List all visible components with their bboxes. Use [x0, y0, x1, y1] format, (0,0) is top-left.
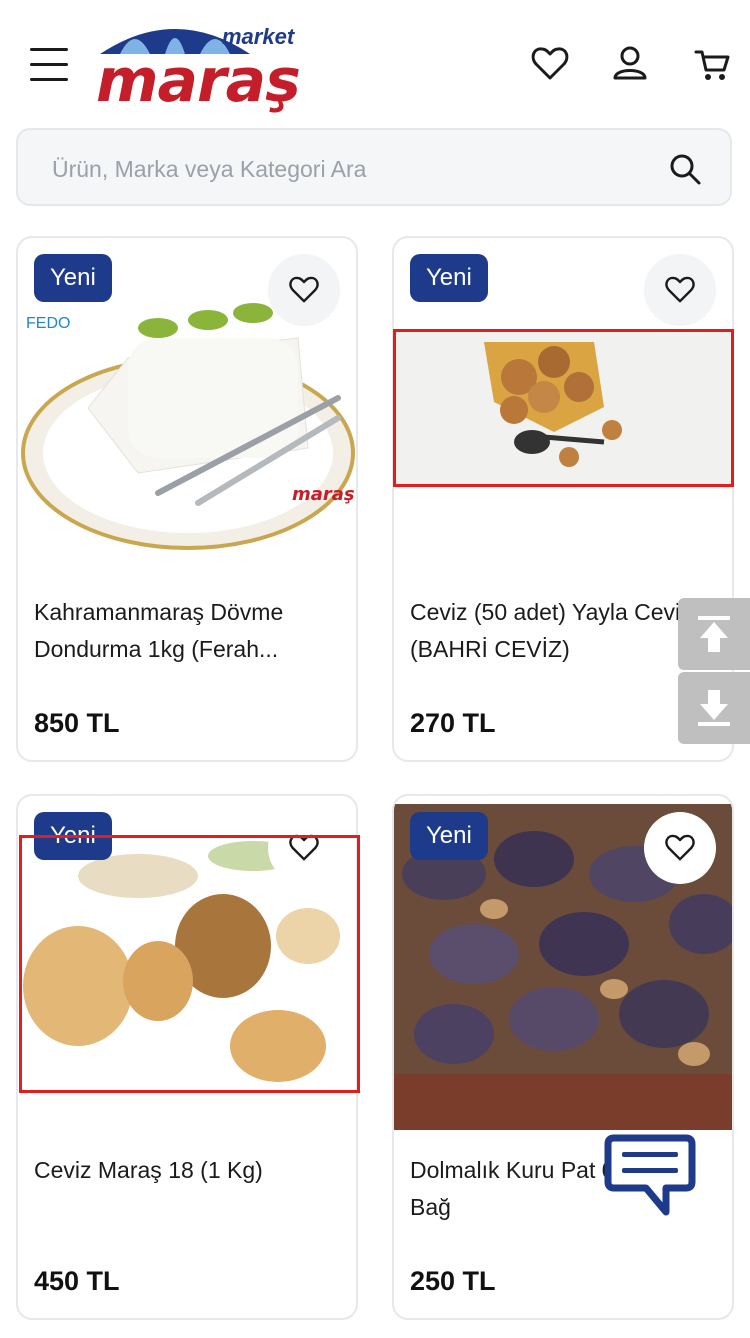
product-title[interactable]: Ceviz (50 adet) Yayla Cevizi (BAHRİ CEVİ… [410, 594, 720, 668]
product-price: 850 TL [34, 708, 120, 738]
brand-fedo-logo: FEDO [26, 315, 70, 332]
product-price: 270 TL [410, 708, 496, 738]
menu-icon[interactable] [30, 48, 68, 82]
scroll-top-button[interactable] [678, 598, 750, 670]
brand-maras-logo: maraş [292, 484, 355, 505]
product-card[interactable]: Yeni Dolmalık Kuru Pat 0 adet) 1 Bağ 250… [392, 794, 734, 1320]
product-price: 250 TL [410, 1266, 496, 1296]
brand-logo[interactable]: market maraş [90, 10, 310, 116]
heart-icon [665, 276, 695, 303]
new-badge: Yeni [34, 254, 112, 302]
heart-icon [289, 834, 319, 861]
heart-icon [665, 834, 695, 861]
new-badge: Yeni [34, 812, 112, 860]
heart-icon [289, 276, 319, 303]
search-icon[interactable] [668, 152, 702, 186]
cart-icon[interactable] [692, 44, 732, 84]
new-badge: Yeni [410, 254, 488, 302]
product-card[interactable]: Yeni Ceviz Maraş 18 (1 Kg) 450 TL [16, 794, 358, 1320]
user-icon[interactable] [610, 44, 650, 84]
arrow-down-icon [698, 690, 730, 726]
header: market maraş [0, 0, 750, 120]
new-badge: Yeni [410, 812, 488, 860]
scroll-bottom-button[interactable] [678, 672, 750, 744]
product-title[interactable]: Ceviz Maraş 18 (1 Kg) [34, 1152, 344, 1189]
favorite-button[interactable] [268, 254, 340, 326]
search-input[interactable] [50, 148, 654, 190]
product-image [394, 332, 732, 488]
product-card[interactable]: FEDO maraş Yeni Kahramanmaraş Dövme Dond… [16, 236, 358, 762]
product-title[interactable]: Kahramanmaraş Dövme Dondurma 1kg (Ferah.… [34, 594, 344, 668]
favorite-button[interactable] [644, 254, 716, 326]
favorite-button[interactable] [268, 812, 340, 884]
search-bar [16, 128, 732, 206]
favorite-button[interactable] [644, 812, 716, 884]
brand-name: maraş [96, 46, 301, 116]
arrow-up-icon [698, 616, 730, 652]
heart-icon[interactable] [530, 44, 570, 84]
product-price: 450 TL [34, 1266, 120, 1296]
chat-icon[interactable] [604, 1130, 696, 1222]
